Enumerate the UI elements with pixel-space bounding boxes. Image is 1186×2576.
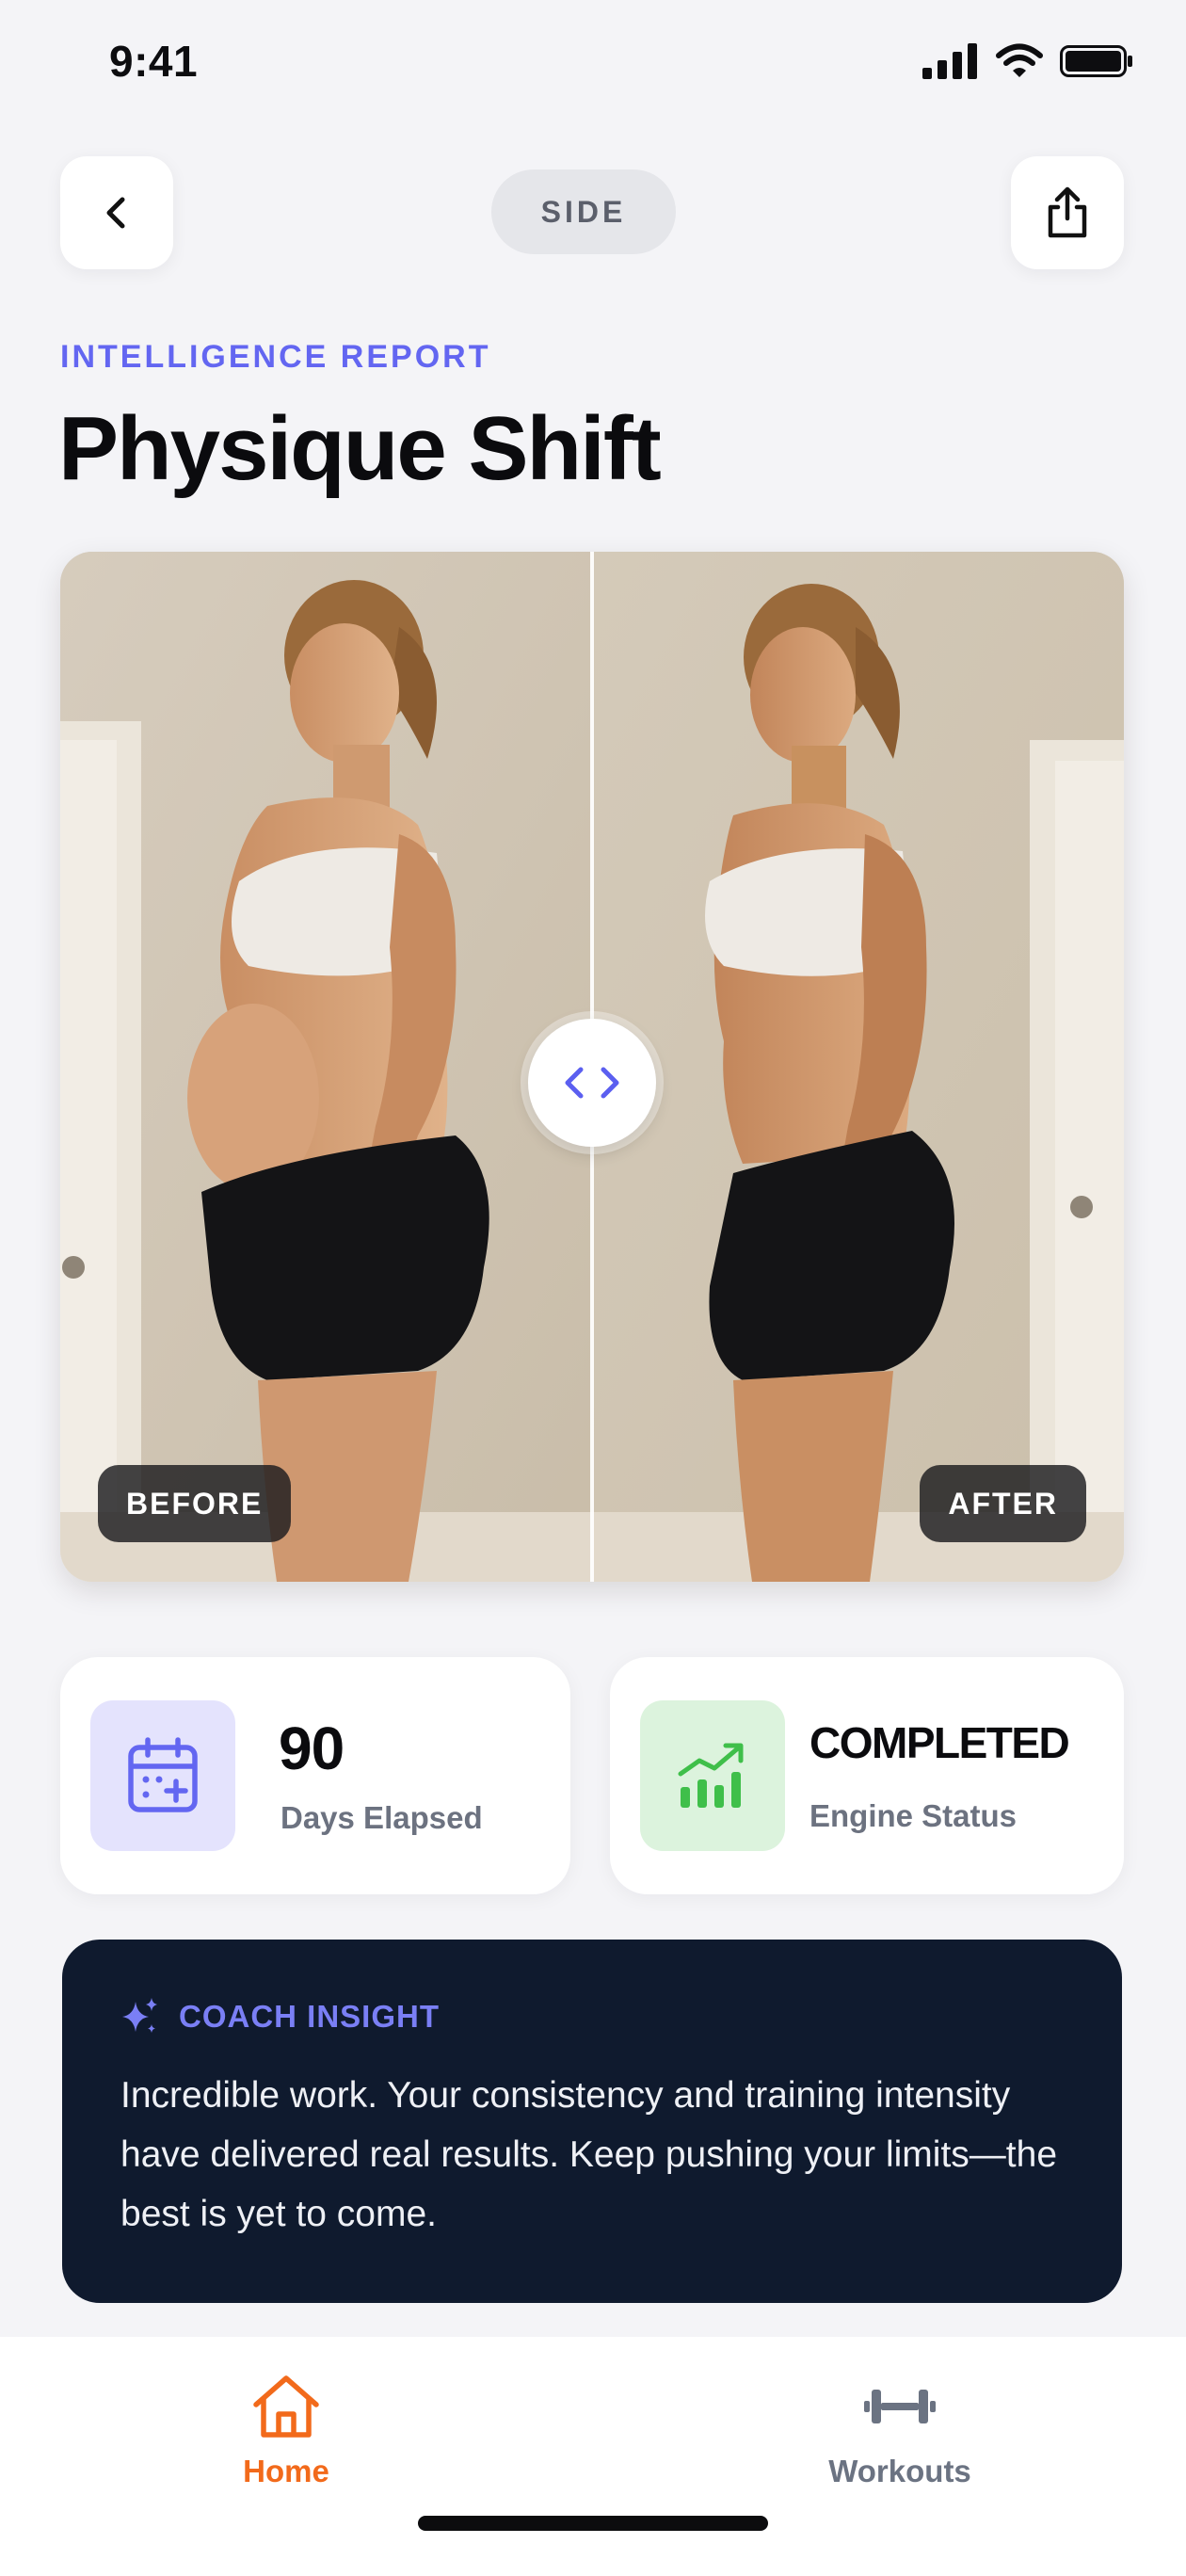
wifi-icon <box>996 43 1043 77</box>
coach-insight-title: COACH INSIGHT <box>179 1999 440 2034</box>
dumbbell-icon <box>864 2390 936 2423</box>
engine-icon-box <box>640 1700 785 1851</box>
calendar-plus-icon <box>128 1737 198 1812</box>
home-icon <box>253 2375 319 2438</box>
share-icon <box>1048 186 1087 238</box>
before-after-comparison[interactable]: BEFORE AFTER <box>60 552 1124 1582</box>
coach-insight-body: Incredible work. Your consistency and tr… <box>120 2075 1058 2234</box>
tab-home-label: Home <box>243 2454 329 2488</box>
days-elapsed-card: 90 Days Elapsed <box>60 1657 570 1894</box>
chart-growth-icon <box>678 1743 744 1808</box>
status-icons <box>922 43 1133 79</box>
days-icon-box <box>90 1700 235 1851</box>
before-label: BEFORE <box>98 1465 292 1542</box>
sparkles-icon <box>122 1998 157 2033</box>
page-title: Physique Shift <box>58 398 662 499</box>
days-elapsed-value: 90 <box>279 1715 345 1782</box>
bottom-tab-bar: Home Workouts <box>0 2337 1186 2576</box>
view-mode-toggle[interactable]: SIDE <box>491 169 676 254</box>
after-photo <box>592 552 1124 1582</box>
share-button[interactable] <box>1011 156 1124 269</box>
chevron-left-icon <box>106 197 125 229</box>
back-button[interactable] <box>60 156 173 269</box>
status-bar: 9:41 <box>0 0 1186 132</box>
coach-insight-card: COACH INSIGHT Incredible work. Your cons… <box>62 1940 1122 2303</box>
battery-icon <box>1060 45 1132 77</box>
before-photo <box>60 552 592 1582</box>
days-elapsed-label: Days Elapsed <box>280 1800 483 1835</box>
tab-workouts-label: Workouts <box>828 2454 971 2488</box>
coach-insight-header: COACH INSIGHT <box>119 1996 440 2037</box>
engine-status-value: COMPLETED <box>809 1718 1070 1767</box>
engine-status-card: COMPLETED Engine Status <box>610 1657 1124 1894</box>
code-arrows-icon <box>565 1067 619 1099</box>
tab-workouts[interactable]: Workouts <box>787 2373 1013 2489</box>
tab-home[interactable]: Home <box>173 2373 399 2489</box>
status-time: 9:41 <box>109 37 199 86</box>
engine-status-label: Engine Status <box>809 1798 1018 1833</box>
comparison-slider-handle[interactable] <box>528 1019 656 1147</box>
home-indicator <box>418 2516 768 2531</box>
after-label: AFTER <box>920 1465 1086 1542</box>
cellular-signal-icon <box>922 43 977 79</box>
report-eyebrow: INTELLIGENCE REPORT <box>60 339 491 375</box>
